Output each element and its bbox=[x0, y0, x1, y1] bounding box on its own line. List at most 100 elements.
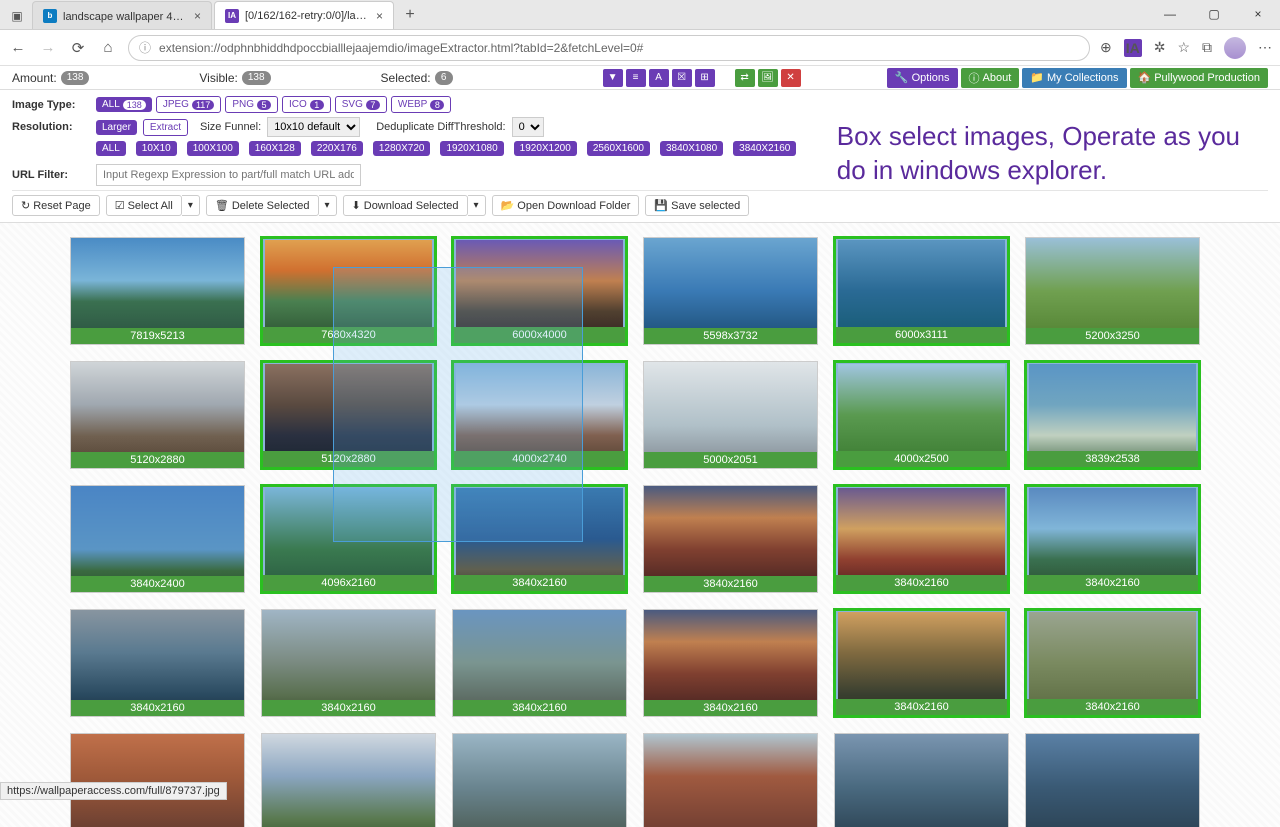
select-all-button[interactable]: ☑ Select All bbox=[106, 195, 182, 216]
larger-button[interactable]: Larger bbox=[96, 120, 137, 135]
type-pill-webp[interactable]: WEBP8 bbox=[391, 96, 451, 113]
image-icon[interactable]: 🖼 bbox=[758, 69, 778, 87]
grid-icon[interactable]: ⊞ bbox=[695, 69, 715, 87]
text-a-icon[interactable]: A bbox=[649, 69, 669, 87]
sort-icon[interactable]: ≡ bbox=[626, 69, 646, 87]
image-thumbnail[interactable]: 3840x2160 bbox=[70, 609, 245, 717]
image-thumbnail[interactable] bbox=[261, 733, 436, 827]
image-thumbnail[interactable]: 3840x2160 bbox=[452, 609, 627, 717]
image-thumbnail[interactable]: 3840x2160 bbox=[834, 485, 1009, 593]
image-thumbnail[interactable]: 5120x2880 bbox=[261, 361, 436, 469]
bing-icon: b bbox=[43, 9, 57, 23]
address-bar: ← → ⟳ ⌂ ⓘextension://odphnbhiddhdpoccbia… bbox=[0, 30, 1280, 66]
image-thumbnail[interactable]: 3840x2160 bbox=[834, 609, 1009, 717]
minimize-button[interactable]: — bbox=[1148, 0, 1192, 29]
image-thumbnail[interactable]: 5598x3732 bbox=[643, 237, 818, 345]
size-pill[interactable]: 220X176 bbox=[311, 141, 363, 156]
browser-tab[interactable]: blandscape wallpaper 4k - 畫眼結× bbox=[32, 1, 212, 29]
image-thumbnail[interactable] bbox=[70, 733, 245, 827]
save-selected-button[interactable]: 💾 Save selected bbox=[645, 195, 749, 216]
image-thumbnail[interactable]: 4096x2160 bbox=[261, 485, 436, 593]
image-thumbnail[interactable]: 4000x2740 bbox=[452, 361, 627, 469]
image-thumbnail[interactable] bbox=[643, 733, 818, 827]
reset-page-button[interactable]: ↻ Reset Page bbox=[12, 195, 100, 216]
menu-icon[interactable]: ⋯ bbox=[1258, 39, 1272, 56]
forward-button[interactable]: → bbox=[38, 39, 58, 56]
back-button[interactable]: ← bbox=[8, 39, 28, 56]
image-thumbnail[interactable]: 5000x2051 bbox=[643, 361, 818, 469]
delete-icon[interactable]: ✕ bbox=[781, 69, 801, 87]
size-pill[interactable]: 160X128 bbox=[249, 141, 301, 156]
extract-button[interactable]: Extract bbox=[143, 119, 188, 136]
image-thumbnail[interactable] bbox=[452, 733, 627, 827]
image-thumbnail[interactable]: 3840x2160 bbox=[261, 609, 436, 717]
swap-icon[interactable]: ⇄ bbox=[735, 69, 755, 87]
type-pill-png[interactable]: PNG5 bbox=[225, 96, 278, 113]
select-all-dropdown[interactable]: ▾ bbox=[182, 195, 200, 216]
size-pill[interactable]: 1920X1200 bbox=[514, 141, 577, 156]
browser-tab-active[interactable]: IA[0/162/162-retry:0/0]/landscape× bbox=[214, 1, 394, 29]
image-thumbnail[interactable]: 6000x4000 bbox=[452, 237, 627, 345]
size-pill[interactable]: 2560X1600 bbox=[587, 141, 650, 156]
close-button[interactable]: × bbox=[1236, 0, 1280, 29]
download-dropdown[interactable]: ▾ bbox=[468, 195, 486, 216]
maximize-button[interactable]: ▢ bbox=[1192, 0, 1236, 29]
size-funnel-select[interactable]: 10x10 default bbox=[267, 117, 360, 137]
extension-button[interactable]: IA bbox=[1124, 39, 1142, 57]
home-button[interactable]: ⌂ bbox=[98, 39, 118, 56]
size-pill[interactable]: 3840X2160 bbox=[733, 141, 796, 156]
image-thumbnail[interactable]: 5120x2880 bbox=[70, 361, 245, 469]
extensions-icon[interactable]: ✲ bbox=[1154, 39, 1166, 56]
pullywood-link[interactable]: 🏠Pullywood Production bbox=[1130, 68, 1269, 88]
tab-overview-icon[interactable]: ▣ bbox=[8, 9, 26, 23]
image-thumbnail[interactable]: 3840x2160 bbox=[452, 485, 627, 593]
delete-selected-button[interactable]: 🗑 Delete Selected bbox=[206, 195, 319, 216]
about-link[interactable]: ⓘAbout bbox=[961, 68, 1020, 88]
collections-link[interactable]: 📁My Collections bbox=[1022, 68, 1126, 88]
type-pill-svg[interactable]: SVG7 bbox=[335, 96, 387, 113]
text-b-icon[interactable]: ☒ bbox=[672, 69, 692, 87]
collections-icon[interactable]: ⧉ bbox=[1202, 39, 1212, 56]
size-pill[interactable]: 10X10 bbox=[136, 141, 177, 156]
filter-icon[interactable]: ▼ bbox=[603, 69, 623, 87]
image-thumbnail[interactable]: 3840x2400 bbox=[70, 485, 245, 593]
url-field[interactable]: ⓘextension://odphnbhiddhdpoccbialllejaaj… bbox=[128, 35, 1090, 61]
type-pill-ico[interactable]: ICO1 bbox=[282, 96, 331, 113]
close-icon[interactable]: × bbox=[194, 9, 201, 23]
profile-avatar[interactable] bbox=[1224, 37, 1246, 59]
favorites-icon[interactable]: ☆ bbox=[1177, 39, 1190, 56]
read-aloud-icon[interactable]: ⊕ bbox=[1100, 39, 1112, 56]
download-selected-button[interactable]: ⬇ Download Selected bbox=[343, 195, 468, 216]
image-thumbnail[interactable]: 4000x2500 bbox=[834, 361, 1009, 469]
image-thumbnail[interactable]: 3840x2160 bbox=[643, 485, 818, 593]
image-thumbnail[interactable]: 3839x2538 bbox=[1025, 361, 1200, 469]
image-thumbnail[interactable]: 3840x2160 bbox=[643, 609, 818, 717]
type-pill-all[interactable]: ALL138 bbox=[96, 97, 152, 112]
open-folder-button[interactable]: 📂 Open Download Folder bbox=[492, 195, 640, 216]
url-filter-input[interactable] bbox=[96, 164, 361, 186]
dedup-select[interactable]: 0 bbox=[512, 117, 544, 137]
type-pill-jpeg[interactable]: JPEG117 bbox=[156, 96, 221, 113]
new-tab-button[interactable]: + bbox=[396, 1, 424, 29]
thumbnail-caption: 7819x5213 bbox=[71, 328, 244, 344]
size-pill[interactable]: 3840X1080 bbox=[660, 141, 723, 156]
image-thumbnail[interactable]: 7819x5213 bbox=[70, 237, 245, 345]
delete-dropdown[interactable]: ▾ bbox=[319, 195, 337, 216]
size-pill[interactable]: 1920X1080 bbox=[440, 141, 503, 156]
image-thumbnail[interactable]: 3840x2160 bbox=[1025, 485, 1200, 593]
image-thumbnail[interactable]: 5200x3250 bbox=[1025, 237, 1200, 345]
selected-stat: Selected:6 bbox=[381, 71, 453, 85]
image-thumbnail[interactable]: 3840x2160 bbox=[1025, 609, 1200, 717]
close-icon[interactable]: × bbox=[376, 9, 383, 23]
size-pill[interactable]: 1280X720 bbox=[373, 141, 431, 156]
url-filter-label: URL Filter: bbox=[12, 169, 90, 181]
image-thumbnail[interactable] bbox=[834, 733, 1009, 827]
size-pill[interactable]: ALL bbox=[96, 141, 126, 156]
image-thumbnail[interactable]: 6000x3111 bbox=[834, 237, 1009, 345]
options-link[interactable]: 🔧Options bbox=[887, 68, 958, 88]
reload-button[interactable]: ⟳ bbox=[68, 39, 88, 57]
image-grid-container[interactable]: 7819x5213 7680x43206000x40005598x37326000… bbox=[0, 223, 1280, 827]
image-thumbnail[interactable]: 7680x4320 bbox=[261, 237, 436, 345]
size-pill[interactable]: 100X100 bbox=[187, 141, 239, 156]
image-thumbnail[interactable] bbox=[1025, 733, 1200, 827]
